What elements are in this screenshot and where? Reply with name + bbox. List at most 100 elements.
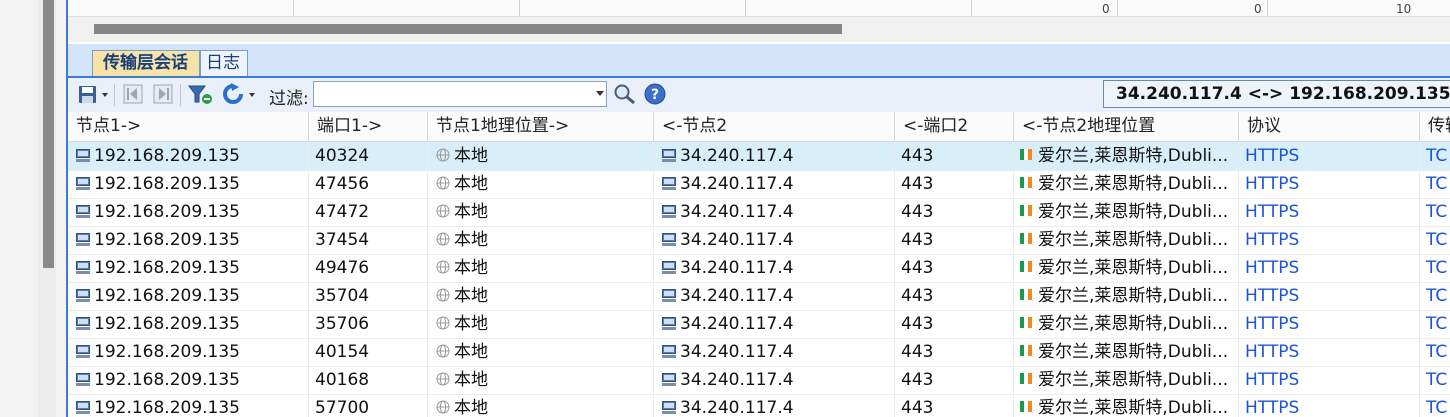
cell-node2: 34.240.117.4 <box>654 338 895 366</box>
cell-transport[interactable]: TC <box>1420 170 1450 198</box>
column-header-port2[interactable]: <-端口2 <box>895 112 1014 141</box>
cell-text: 192.168.209.135 <box>94 230 241 250</box>
column-header-port1[interactable]: 端口1-> <box>309 112 428 141</box>
prev-page-icon[interactable] <box>122 83 144 105</box>
toolbar: 过滤: ? 34.240.117.4 <-> 192.168.209.135\传 <box>68 78 1450 113</box>
ireland-flag-icon <box>1020 205 1032 216</box>
column-header-geo1[interactable]: 节点1地理位置-> <box>428 112 654 141</box>
cell-port2: 443 <box>895 394 1014 417</box>
table-row[interactable]: 192.168.209.135 37454 本地 34.240.117.4 443 爱尔兰… <box>68 226 1450 255</box>
globe-icon <box>436 344 450 357</box>
cell-node2: 34.240.117.4 <box>654 394 895 417</box>
cell-transport[interactable]: TC <box>1420 338 1450 366</box>
cell-geo1: 本地 <box>428 366 654 394</box>
vertical-scrollbar-thumb[interactable] <box>43 0 54 268</box>
column-header-protocol[interactable]: 协议 <box>1239 112 1420 141</box>
cell-node2: 34.240.117.4 <box>654 170 895 198</box>
horizontal-scrollbar[interactable] <box>68 16 1450 42</box>
host-computer-icon <box>662 176 676 190</box>
chevron-down-icon[interactable] <box>596 91 604 96</box>
host-computer-icon <box>76 260 90 274</box>
cell-text: 34.240.117.4 <box>680 342 794 362</box>
table-row[interactable]: 192.168.209.135 57700 本地 34.240.117.4 443 爱尔兰… <box>68 394 1450 417</box>
cell-geo2: 爱尔兰,莱恩斯特,Dubli... <box>1014 226 1239 254</box>
cell-port1: 35704 <box>309 282 428 310</box>
cell-protocol[interactable]: HTTPS <box>1239 282 1420 310</box>
cell-geo2: 爱尔兰,莱恩斯特,Dubli... <box>1014 310 1239 338</box>
cell-transport[interactable]: TC <box>1420 366 1450 394</box>
cell-geo2: 爱尔兰,莱恩斯特,Dubli... <box>1014 170 1239 198</box>
tab-log[interactable]: 日志 <box>200 50 248 76</box>
cell-protocol[interactable]: HTTPS <box>1239 226 1420 254</box>
cell-transport[interactable]: TC <box>1420 394 1450 417</box>
search-icon[interactable] <box>613 83 637 105</box>
cell-text: 192.168.209.135 <box>94 146 241 166</box>
cell-node1: 192.168.209.135 <box>68 394 309 417</box>
cell-transport[interactable]: TC <box>1420 198 1450 226</box>
table-row[interactable]: 192.168.209.135 47472 本地 34.240.117.4 443 爱尔兰… <box>68 198 1450 227</box>
cell-protocol[interactable]: HTTPS <box>1239 198 1420 226</box>
table-row[interactable]: 192.168.209.135 49476 本地 34.240.117.4 443 爱尔兰… <box>68 254 1450 283</box>
cell-text: 爱尔兰,莱恩斯特,Dubli... <box>1038 286 1229 306</box>
cell-port1: 37454 <box>309 226 428 254</box>
table-row[interactable]: 192.168.209.135 40324 本地 34.240.117.4 443 爱尔兰… <box>68 142 1450 171</box>
column-header-node2[interactable]: <-节点2 <box>654 112 895 141</box>
host-computer-icon <box>662 204 676 218</box>
ireland-flag-icon <box>1020 149 1032 160</box>
tab-transport-sessions[interactable]: 传输层会话 <box>92 50 200 76</box>
ireland-flag-icon <box>1020 233 1032 244</box>
save-icon[interactable] <box>76 83 110 105</box>
filter-icon[interactable] <box>187 83 213 105</box>
cell-port2: 443 <box>895 226 1014 254</box>
cell-text: 本地 <box>454 174 488 194</box>
cell-protocol[interactable]: HTTPS <box>1239 366 1420 394</box>
help-icon[interactable]: ? <box>644 83 668 105</box>
column-header-geo2[interactable]: <-节点2地理位置 <box>1014 112 1239 141</box>
cell-geo1: 本地 <box>428 394 654 417</box>
table-row[interactable]: 192.168.209.135 47456 本地 34.240.117.4 443 爱尔兰… <box>68 170 1450 199</box>
toolbar-separator <box>180 84 181 106</box>
host-computer-icon <box>76 288 90 302</box>
cell-text: 爱尔兰,莱恩斯特,Dubli... <box>1038 370 1229 390</box>
cell-protocol[interactable]: HTTPS <box>1239 254 1420 282</box>
column-header-transport[interactable]: 传输 <box>1420 112 1450 141</box>
globe-icon <box>436 232 450 245</box>
filter-input[interactable] <box>313 81 607 107</box>
table-row[interactable]: 192.168.209.135 40168 本地 34.240.117.4 443 爱尔兰… <box>68 366 1450 395</box>
cell-geo1: 本地 <box>428 198 654 226</box>
host-computer-icon <box>662 148 676 162</box>
cell-node1: 192.168.209.135 <box>68 226 309 254</box>
cell-node1: 192.168.209.135 <box>68 170 309 198</box>
column-header-node1[interactable]: 节点1-> <box>68 112 309 141</box>
cell-protocol[interactable]: HTTPS <box>1239 310 1420 338</box>
cell-text: 本地 <box>454 230 488 250</box>
table-row[interactable]: 192.168.209.135 35706 本地 34.240.117.4 443 爱尔兰… <box>68 310 1450 339</box>
cell-transport[interactable]: TC <box>1420 282 1450 310</box>
cell-node1: 192.168.209.135 <box>68 338 309 366</box>
cell-protocol[interactable]: HTTPS <box>1239 170 1420 198</box>
cell-protocol[interactable]: HTTPS <box>1239 338 1420 366</box>
cell-transport[interactable]: TC <box>1420 226 1450 254</box>
cell-node1: 192.168.209.135 <box>68 142 309 170</box>
cell-node2: 34.240.117.4 <box>654 366 895 394</box>
cell-port2: 443 <box>895 254 1014 282</box>
cell-node1: 192.168.209.135 <box>68 198 309 226</box>
next-page-icon[interactable] <box>152 83 174 105</box>
horizontal-scrollbar-thumb[interactable] <box>94 24 842 34</box>
cell-protocol[interactable]: HTTPS <box>1239 142 1420 170</box>
cell-transport[interactable]: TC <box>1420 310 1450 338</box>
svg-text:?: ? <box>651 87 659 103</box>
table-row[interactable]: 192.168.209.135 40154 本地 34.240.117.4 443 爱尔兰… <box>68 338 1450 367</box>
cell-transport[interactable]: TC <box>1420 254 1450 282</box>
host-computer-icon <box>76 400 90 414</box>
cell-transport[interactable]: TC <box>1420 142 1450 170</box>
cell-text: 34.240.117.4 <box>680 314 794 334</box>
table-row[interactable]: 192.168.209.135 35704 本地 34.240.117.4 443 爱尔兰… <box>68 282 1450 311</box>
cell-geo2: 爱尔兰,莱恩斯特,Dubli... <box>1014 254 1239 282</box>
upper-cell <box>746 0 972 16</box>
cell-port1: 49476 <box>309 254 428 282</box>
refresh-icon[interactable] <box>222 83 258 105</box>
cell-protocol[interactable]: HTTPS <box>1239 394 1420 417</box>
cell-port1: 40154 <box>309 338 428 366</box>
upper-cell <box>520 0 746 16</box>
